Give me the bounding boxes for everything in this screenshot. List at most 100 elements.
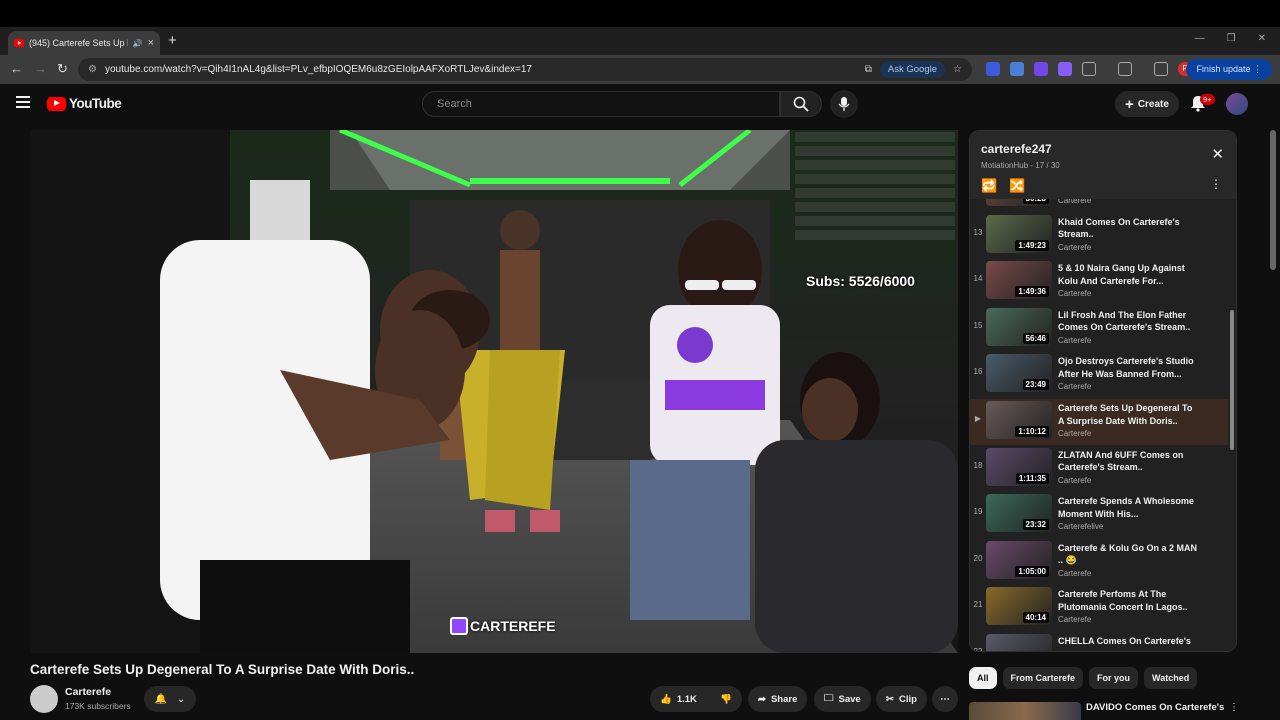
tab-strip: (945) Carterefe Sets Up De 🔊 × + — ❐ ✕ [0, 27, 1280, 55]
clip-button[interactable]: ✂ Clip [876, 686, 927, 712]
playlist-item-thumbnail[interactable] [986, 634, 1052, 651]
playlist-item-thumbnail[interactable]: 1:10:12 [986, 401, 1052, 439]
playlist-item-thumbnail[interactable]: 1:11:35 [986, 447, 1052, 486]
playlist-item[interactable]: 15 56:46 Lil Frosh And The Elon Father Com… [970, 306, 1228, 352]
close-tab-icon[interactable]: × [148, 37, 154, 49]
browser-tab[interactable]: (945) Carterefe Sets Up De 🔊 × [8, 31, 160, 55]
new-tab-icon[interactable]: + [168, 32, 177, 49]
playlist-scrollbar[interactable] [1230, 135, 1234, 581]
playlist-item[interactable]: 16 23:49 Ojo Destroys Carterefe's Studio A… [970, 352, 1228, 398]
extension-2-icon[interactable] [1010, 62, 1024, 76]
youtube-logo[interactable]: YouTube [47, 96, 122, 111]
forward-icon[interactable]: → [34, 61, 47, 76]
channel-avatar[interactable] [30, 685, 58, 713]
next-video-more-icon[interactable]: ⋮ [1229, 702, 1239, 713]
save-label: Save [838, 693, 861, 705]
playlist-item-thumbnail[interactable]: 1:05:00 [986, 540, 1052, 579]
playlist-item-title[interactable]: Carterefe & Kolu Go On a 2 MAN .. 😂 [1058, 542, 1198, 567]
back-icon[interactable]: ← [10, 61, 23, 76]
save-button[interactable]: 🗀 Save [814, 686, 871, 712]
playlist-item-thumbnail[interactable]: 23:32 [986, 494, 1052, 533]
more-actions-button[interactable]: ⋯ [932, 686, 958, 712]
chip-from-carterefe[interactable]: From Carterefe [1002, 667, 1084, 689]
minimize-icon[interactable]: — [1195, 33, 1205, 44]
playlist-item[interactable]: 20 1:05:00 Carterefe & Kolu Go On a 2 MAN … [970, 539, 1228, 585]
media-icon[interactable] [1118, 62, 1132, 76]
playlist-item-title[interactable]: ZLATAN And 6UFF Comes on Carterefe's Str… [1058, 449, 1198, 474]
extension-1-icon[interactable] [986, 62, 1000, 76]
playlist-item-title[interactable]: Lil Frosh And The Elon Father Comes On C… [1058, 309, 1198, 334]
playlist-item-title[interactable]: Carterefe Spends A Wholesome Moment With… [1058, 495, 1198, 520]
account-avatar[interactable] [1226, 93, 1248, 115]
playlist-item-thumbnail[interactable]: 50:28 [986, 199, 1052, 206]
page-scrollbar[interactable] [1270, 130, 1276, 270]
hamburger-menu-icon[interactable] [16, 96, 30, 111]
next-video-title[interactable]: DAVIDO Comes On Carterefe's [1086, 702, 1224, 713]
reading-list-icon[interactable] [1154, 62, 1168, 76]
finish-update-button[interactable]: Finish update ⋮ [1186, 59, 1272, 80]
extensions-puzzle-icon[interactable] [1082, 62, 1096, 76]
shuffle-icon[interactable]: 🔀 [1009, 178, 1025, 194]
chip-for-you[interactable]: For you [1089, 667, 1139, 689]
playlist-item-title[interactable]: Ojo Destroys Carterefe's Studio After He… [1058, 355, 1198, 380]
channel-name[interactable]: Carterefe [65, 686, 111, 698]
like-icon[interactable]: 👍 [660, 694, 672, 705]
close-playlist-icon[interactable]: ✕ [1211, 145, 1224, 163]
playlist-item-index: 21 [973, 600, 983, 610]
site-info-icon[interactable]: ⚙ [88, 64, 97, 75]
playlist-item[interactable]: 13 1:49:23 Khaid Comes On Carterefe's Stre… [970, 213, 1228, 259]
voice-search-button[interactable] [830, 90, 858, 118]
playlist-item-title[interactable]: Khaid Comes On Carterefe's Stream.. [1058, 216, 1198, 241]
playlist-more-icon[interactable]: ⋮ [1210, 177, 1222, 191]
subscribed-bell-button[interactable]: 🔔 ⌄ [144, 686, 196, 712]
playlist-item-thumbnail[interactable]: 1:49:36 [986, 261, 1052, 300]
playlist-item-title[interactable]: 5 & 10 Naira Gang Up Against Kolu And Ca… [1058, 262, 1198, 287]
extension-4-icon[interactable] [1058, 62, 1072, 76]
playlist-header: carterefe247 MotiationHub - 17 / 30 ✕ 🔁 … [970, 131, 1236, 199]
playlist-item-index: 14 [973, 274, 983, 284]
dislike-icon[interactable]: 👎 [720, 694, 732, 705]
playlist-item[interactable]: 14 1:49:36 5 & 10 Naira Gang Up Against Ko… [970, 259, 1228, 305]
create-button[interactable]: + Create [1115, 91, 1179, 117]
playlist-item[interactable]: 22 CHELLA Comes On Carterefe's [970, 632, 1228, 651]
bookmark-star-icon[interactable]: ☆ [953, 64, 962, 75]
playlist-item-thumbnail[interactable]: 23:49 [986, 354, 1052, 393]
playlist-item[interactable]: 19 23:32 Carterefe Spends A Wholesome Mome… [970, 492, 1228, 538]
ask-google-button[interactable]: Ask Google [879, 61, 946, 78]
playlist-title[interactable]: carterefe247 [981, 142, 1052, 156]
playlist-item[interactable]: 18 1:11:35 ZLATAN And 6UFF Comes on Carter… [970, 446, 1228, 492]
search-input[interactable]: Search [422, 91, 780, 117]
playlist-item[interactable]: 50:28 Carterefe [970, 199, 1228, 212]
playlist-scroll-thumb[interactable] [1230, 310, 1234, 450]
video-player[interactable]: Subs: 5526/6000 CARTEREFE [30, 130, 958, 653]
playlist-item-thumbnail[interactable]: 56:46 [986, 307, 1052, 346]
chip-watched[interactable]: Watched [1144, 667, 1198, 689]
chip-all[interactable]: All [969, 667, 997, 689]
playlist-item-duration: 1:10:12 [1015, 426, 1049, 437]
playlist-item-duration: 56:46 [1022, 332, 1049, 344]
playlist-item-duration: 50:28 [1022, 199, 1049, 204]
extension-3-icon[interactable] [1034, 62, 1048, 76]
share-button[interactable]: ➦ Share [748, 686, 808, 712]
playlist-item-title[interactable]: Carterefe Sets Up Degeneral To A Surpris… [1058, 402, 1198, 427]
install-icon[interactable]: ⧉ [865, 64, 872, 75]
like-count[interactable]: 1.1K [677, 694, 697, 705]
close-window-icon[interactable]: ✕ [1258, 33, 1266, 44]
speaker-icon[interactable]: 🔊 [133, 39, 143, 48]
playlist-item-thumbnail[interactable]: 40:14 [986, 587, 1052, 626]
playlist-item-index: ▶ [974, 414, 982, 423]
loop-icon[interactable]: 🔁 [981, 178, 997, 194]
playlist-item-thumbnail[interactable]: 1:49:23 [986, 214, 1052, 253]
reload-icon[interactable]: ↻ [57, 61, 68, 77]
search-button[interactable] [780, 91, 822, 117]
playlist-item-title[interactable]: CHELLA Comes On Carterefe's [1058, 635, 1198, 648]
playlist-item-active[interactable]: ▶ 1:10:12 Carterefe Sets Up Degeneral To A… [970, 399, 1228, 445]
maximize-icon[interactable]: ❐ [1227, 33, 1236, 44]
omnibox[interactable]: ⚙ youtube.com/watch?v=Qih4I1nAL4g&list=P… [78, 58, 972, 81]
url-text[interactable]: youtube.com/watch?v=Qih4I1nAL4g&list=PLv… [105, 64, 532, 75]
playlist-item-title[interactable]: Carterefe Perfoms At The Plutomania Conc… [1058, 588, 1198, 613]
video-title: Carterefe Sets Up Degeneral To A Surpris… [30, 662, 415, 677]
playlist-item[interactable]: 21 40:14 Carterefe Perfoms At The Plutoman… [970, 585, 1228, 631]
next-recommended-video[interactable]: DAVIDO Comes On Carterefe's ⋮ [969, 702, 1239, 720]
next-video-thumbnail[interactable] [969, 702, 1081, 720]
